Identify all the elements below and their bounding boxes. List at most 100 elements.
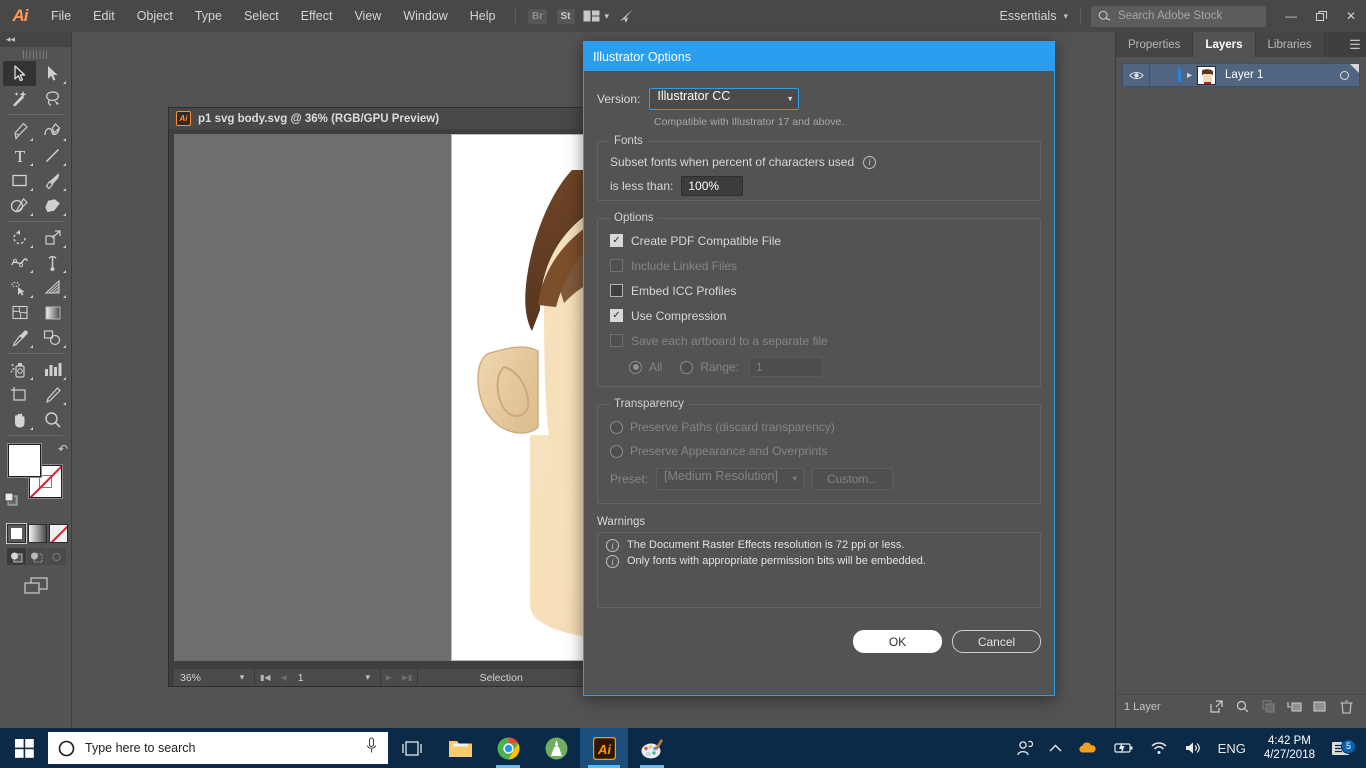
rotate-tool[interactable] — [3, 225, 36, 250]
toolbar-drag-grip[interactable]: |||||||| — [0, 47, 71, 61]
start-button[interactable] — [0, 728, 48, 768]
use-compression-checkbox[interactable]: ✓ Use Compression — [610, 303, 1028, 328]
fill-none-mode[interactable] — [49, 524, 68, 543]
taskview-button[interactable] — [388, 728, 436, 768]
column-graph-tool[interactable] — [36, 357, 69, 382]
gradient-tool[interactable] — [36, 300, 69, 325]
toolbar-collapse-button[interactable]: ◂◂ — [0, 32, 71, 47]
menu-file[interactable]: File — [40, 0, 82, 32]
cancel-button[interactable]: Cancel — [952, 630, 1041, 653]
canvas-area[interactable] — [174, 134, 584, 661]
subset-percent-input[interactable] — [681, 176, 744, 196]
language-indicator[interactable]: ENG — [1210, 741, 1254, 756]
create-new-sublayer-button[interactable] — [1281, 700, 1307, 713]
layer-lock-toggle[interactable] — [1149, 64, 1175, 86]
fill-color-mode[interactable] — [6, 523, 27, 544]
free-transform-tool[interactable] — [36, 250, 69, 275]
show-hidden-icons-button[interactable] — [1041, 744, 1070, 753]
last-artboard-button[interactable]: ▶▮ — [397, 669, 418, 686]
artboard-range-radio[interactable]: Range: — [680, 360, 739, 374]
shape-builder-tool[interactable] — [3, 275, 36, 300]
window-restore-button[interactable] — [1306, 2, 1336, 30]
version-select[interactable]: Illustrator CC — [649, 88, 800, 110]
taskbar-search-box[interactable]: Type here to search — [48, 732, 388, 764]
artboard[interactable] — [451, 134, 584, 661]
next-artboard-button[interactable]: ▶ — [381, 669, 397, 686]
shaper-tool[interactable] — [3, 193, 36, 218]
action-center-button[interactable]: 5 — [1325, 738, 1360, 757]
stock-button[interactable]: St — [555, 6, 577, 26]
fill-swatch[interactable] — [8, 444, 41, 477]
paint-button[interactable] — [628, 728, 676, 768]
menu-view[interactable]: View — [343, 0, 392, 32]
menu-select[interactable]: Select — [233, 0, 290, 32]
paper-plane-icon[interactable] — [615, 6, 637, 26]
preserve-appearance-radio[interactable]: Preserve Appearance and Overprints — [610, 439, 1028, 463]
artboard-dropdown-button[interactable]: ▾ — [356, 669, 380, 686]
perspective-grid-tool[interactable] — [36, 275, 69, 300]
onedrive-icon[interactable] — [1070, 741, 1105, 755]
embed-icc-profiles-checkbox[interactable]: Embed ICC Profiles — [610, 278, 1028, 303]
selection-tool[interactable] — [3, 61, 36, 86]
prev-artboard-button[interactable]: ◀ — [276, 669, 292, 686]
tab-libraries[interactable]: Libraries — [1255, 32, 1325, 57]
find-layer-button[interactable] — [1229, 700, 1255, 713]
create-new-layer-button[interactable] — [1307, 700, 1333, 713]
mesh-tool[interactable] — [3, 300, 36, 325]
bridge-button[interactable]: Br — [527, 6, 549, 26]
draw-normal-mode[interactable] — [7, 548, 26, 565]
magic-wand-tool[interactable] — [3, 86, 36, 111]
make-clipping-mask-button[interactable] — [1255, 700, 1281, 713]
ok-button[interactable]: OK — [853, 630, 942, 653]
curvature-tool[interactable] — [36, 118, 69, 143]
info-icon[interactable]: i — [863, 155, 877, 169]
artboard-range-input[interactable] — [749, 357, 824, 377]
tool-status-field[interactable]: Selection — [418, 669, 584, 686]
battery-icon[interactable] — [1105, 741, 1142, 755]
save-each-artboard-checkbox[interactable]: Save each artboard to a separate file — [610, 328, 1028, 353]
direct-selection-tool[interactable] — [36, 61, 69, 86]
fill-gradient-mode[interactable] — [28, 524, 47, 543]
menu-window[interactable]: Window — [392, 0, 458, 32]
paintbrush-tool[interactable] — [36, 168, 69, 193]
file-explorer-button[interactable] — [436, 728, 484, 768]
layer-visibility-toggle[interactable] — [1123, 70, 1149, 81]
tab-layers[interactable]: Layers — [1193, 32, 1256, 57]
create-pdf-compatible-file-checkbox[interactable]: ✓ Create PDF Compatible File — [610, 228, 1028, 253]
menu-object[interactable]: Object — [126, 0, 184, 32]
layer-row[interactable]: ▸ Layer 1 — [1122, 63, 1360, 87]
width-tool[interactable] — [3, 250, 36, 275]
layer-name-label[interactable]: Layer 1 — [1225, 69, 1263, 81]
chrome-button[interactable] — [484, 728, 532, 768]
workspace-switcher[interactable]: Essentials ▾ — [987, 5, 1080, 27]
change-screen-mode-button[interactable] — [21, 575, 51, 597]
draw-inside-mode[interactable] — [47, 548, 66, 565]
artboard-number-field[interactable]: 1 — [292, 669, 356, 686]
artboard-tool[interactable] — [3, 382, 36, 407]
clock[interactable]: 4:42 PM 4/27/2018 — [1254, 734, 1325, 762]
people-icon[interactable] — [1008, 740, 1041, 757]
android-studio-button[interactable] — [532, 728, 580, 768]
include-linked-files-checkbox[interactable]: Include Linked Files — [610, 253, 1028, 278]
wifi-icon[interactable] — [1142, 741, 1176, 755]
microphone-icon[interactable] — [365, 737, 378, 759]
rectangle-tool[interactable] — [3, 168, 36, 193]
menu-type[interactable]: Type — [184, 0, 233, 32]
type-tool[interactable]: T — [3, 143, 36, 168]
first-artboard-button[interactable]: ▮◀ — [255, 669, 276, 686]
lasso-tool[interactable] — [36, 86, 69, 111]
scale-tool[interactable] — [36, 225, 69, 250]
menu-effect[interactable]: Effect — [290, 0, 344, 32]
layer-expand-arrow[interactable]: ▸ — [1181, 70, 1192, 81]
draw-behind-mode[interactable] — [27, 548, 46, 565]
eyedropper-tool[interactable] — [3, 325, 36, 350]
artboard-all-radio[interactable]: All — [629, 360, 662, 374]
window-minimize-button[interactable]: — — [1276, 2, 1306, 30]
dialog-title-bar[interactable]: Illustrator Options — [584, 42, 1054, 71]
slice-tool[interactable] — [36, 382, 69, 407]
line-segment-tool[interactable] — [36, 143, 69, 168]
custom-flattener-button[interactable]: Custom... — [812, 468, 894, 490]
blend-tool[interactable] — [36, 325, 69, 350]
transparency-preset-select[interactable]: [Medium Resolution] — [656, 468, 805, 490]
locate-object-button[interactable] — [1203, 700, 1229, 713]
